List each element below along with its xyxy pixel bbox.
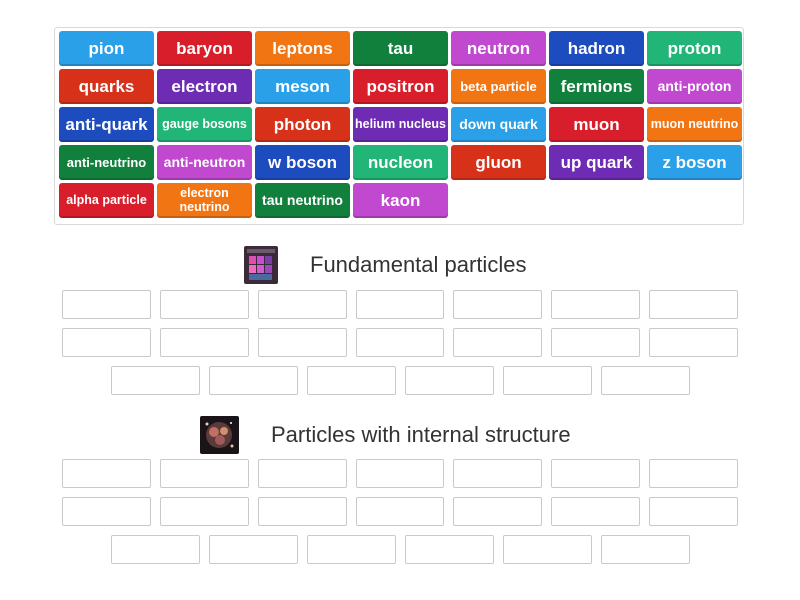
drop-slot[interactable] — [159, 497, 249, 526]
slot-row — [62, 497, 739, 526]
drop-slot[interactable] — [453, 290, 543, 319]
tile-gauge-bosons[interactable]: gauge bosons — [157, 107, 252, 142]
drop-slot[interactable] — [649, 290, 739, 319]
tile-down-quark[interactable]: down quark — [451, 107, 546, 142]
tile-nucleon[interactable]: nucleon — [353, 145, 448, 180]
slot-row — [62, 459, 739, 488]
tile-fermions[interactable]: fermions — [549, 69, 644, 104]
drop-slot[interactable] — [62, 459, 151, 488]
tile-meson[interactable]: meson — [255, 69, 350, 104]
drop-slot[interactable] — [62, 290, 151, 319]
drop-slot[interactable] — [601, 535, 690, 564]
tile-tau-neutrino[interactable]: tau neutrino — [255, 183, 350, 218]
drop-slot[interactable] — [551, 459, 641, 488]
tile-beta-particle[interactable]: beta particle — [451, 69, 546, 104]
tile-pion[interactable]: pion — [59, 31, 154, 66]
drop-slot[interactable] — [405, 366, 494, 395]
drop-slot[interactable] — [111, 535, 200, 564]
drop-slot[interactable] — [453, 497, 543, 526]
drop-slot[interactable] — [355, 497, 445, 526]
tile-quarks[interactable]: quarks — [59, 69, 154, 104]
tile-muon[interactable]: muon — [549, 107, 644, 142]
group-title-internal-structure: Particles with internal structure — [271, 422, 571, 447]
tile-positron[interactable]: positron — [353, 69, 448, 104]
tile-anti-proton[interactable]: anti-proton — [647, 69, 742, 104]
tile-helium-nucleus[interactable]: helium nucleus — [353, 107, 448, 142]
tile-anti-neutrino[interactable]: anti-neutrino — [59, 145, 154, 180]
fundamental-thumbnail[interactable] — [244, 246, 278, 284]
drop-slot[interactable] — [453, 328, 543, 357]
drop-slot[interactable] — [62, 497, 151, 526]
slot-row — [62, 535, 738, 564]
drop-slot[interactable] — [159, 328, 249, 357]
tile-alpha-particle[interactable]: alpha particle — [59, 183, 154, 218]
drop-slot[interactable] — [355, 328, 445, 357]
slot-row — [62, 366, 738, 395]
drop-slot[interactable] — [209, 366, 298, 395]
tile-gluon[interactable]: gluon — [451, 145, 546, 180]
drop-slot[interactable] — [62, 328, 151, 357]
tile-anti-neutron[interactable]: anti-neutron — [157, 145, 252, 180]
tile-electron-neutrino[interactable]: electron neutrino — [157, 183, 252, 218]
drop-slot[interactable] — [307, 535, 396, 564]
tile-z-boson[interactable]: z boson — [647, 145, 742, 180]
drop-slot[interactable] — [209, 535, 298, 564]
tile-hadron[interactable]: hadron — [549, 31, 644, 66]
drop-slot[interactable] — [257, 328, 347, 357]
drop-slot[interactable] — [649, 459, 739, 488]
slot-row — [62, 290, 739, 319]
drop-slot[interactable] — [551, 290, 641, 319]
drop-slot[interactable] — [453, 459, 543, 488]
drop-slot[interactable] — [649, 328, 739, 357]
tile-tau[interactable]: tau — [353, 31, 448, 66]
drop-slot[interactable] — [551, 497, 641, 526]
group-header-internal-structure: Particles with internal structure — [200, 416, 571, 454]
drop-slot[interactable] — [355, 290, 445, 319]
tile-kaon[interactable]: kaon — [353, 183, 448, 218]
slot-row — [62, 328, 739, 357]
drop-slot[interactable] — [601, 366, 690, 395]
tile-muon-neutrino[interactable]: muon neutrino — [647, 107, 742, 142]
drop-slot[interactable] — [649, 497, 739, 526]
tile-neutron[interactable]: neutron — [451, 31, 546, 66]
tile-electron[interactable]: electron — [157, 69, 252, 104]
drop-slot[interactable] — [257, 497, 347, 526]
drop-slot[interactable] — [503, 366, 592, 395]
tile-w-boson[interactable]: w boson — [255, 145, 350, 180]
drop-slot[interactable] — [159, 459, 249, 488]
word-bank: pion baryon leptons tau neutron hadron proton q… — [54, 27, 744, 225]
drop-slot[interactable] — [257, 290, 347, 319]
drop-zone-fundamental — [62, 290, 739, 404]
drop-slot[interactable] — [111, 366, 200, 395]
drop-zone-internal-structure — [62, 459, 739, 573]
drop-slot[interactable] — [355, 459, 445, 488]
drop-slot[interactable] — [551, 328, 641, 357]
group-title-fundamental: Fundamental particles — [310, 252, 527, 277]
tile-anti-quark[interactable]: anti-quark — [59, 107, 154, 142]
tile-grid: pion baryon leptons tau neutron hadron proton q… — [59, 31, 742, 218]
drop-slot[interactable] — [405, 535, 494, 564]
tile-baryon[interactable]: baryon — [157, 31, 252, 66]
tile-leptons[interactable]: leptons — [255, 31, 350, 66]
group-header-fundamental: Fundamental particles — [244, 246, 526, 284]
drop-slot[interactable] — [159, 290, 249, 319]
drop-slot[interactable] — [307, 366, 396, 395]
tile-up-quark[interactable]: up quark — [549, 145, 644, 180]
tile-photon[interactable]: photon — [255, 107, 350, 142]
tile-proton[interactable]: proton — [647, 31, 742, 66]
drop-slot[interactable] — [503, 535, 592, 564]
internal-structure-thumbnail[interactable] — [200, 416, 239, 454]
drop-slot[interactable] — [257, 459, 347, 488]
